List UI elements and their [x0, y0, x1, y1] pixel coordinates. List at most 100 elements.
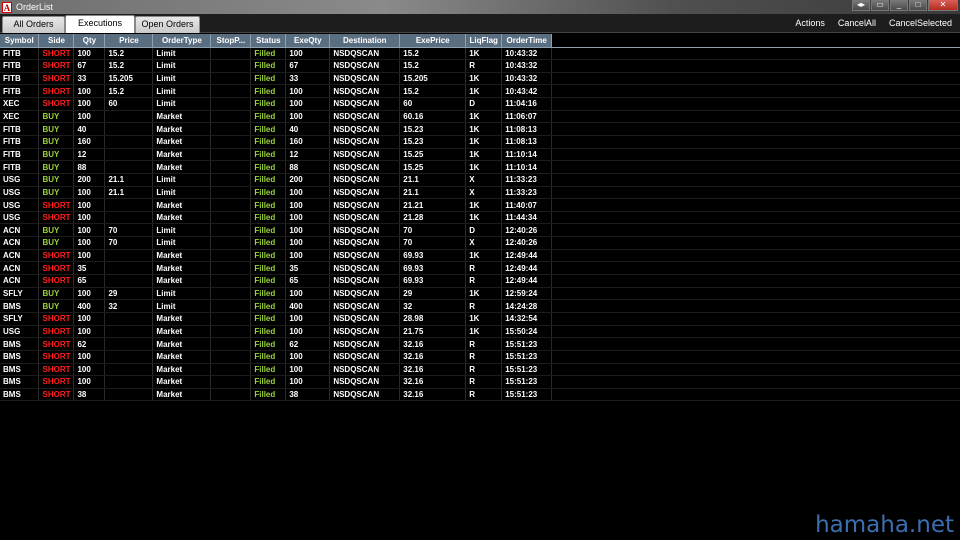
row-filler	[551, 186, 960, 200]
table-row[interactable]: ACN BUY 100 70 Limit Filled 100 NSDQSCAN 70 D 12:4…	[0, 223, 960, 238]
cell-destination: NSDQSCAN	[329, 110, 401, 124]
restore-small-icon[interactable]: ▭	[871, 0, 889, 11]
cell-qty: 100	[73, 47, 106, 61]
column-header-order-time[interactable]: OrderTime	[501, 34, 553, 48]
table-row[interactable]: XEC BUY 100 Market Filled 100 NSDQSCAN 60.16 1K 1…	[0, 110, 960, 124]
cell-stop-price	[210, 97, 252, 111]
cell-price	[104, 122, 154, 136]
snap-arrows-icon[interactable]: ◂▸	[852, 0, 870, 11]
table-row[interactable]: USG SHORT 100 Market Filled 100 NSDQSCAN 21.28 1…	[0, 211, 960, 225]
actions-menu-button[interactable]: Actions	[795, 18, 825, 28]
cell-stop-price	[210, 211, 252, 225]
column-header-stop-price[interactable]: StopP...	[210, 34, 252, 48]
cancel-selected-button[interactable]: CancelSelected	[889, 18, 952, 28]
cell-price: 60	[104, 97, 154, 111]
table-row[interactable]: FITB BUY 40 Market Filled 40 NSDQSCAN 15.23 1K 11…	[0, 122, 960, 136]
table-row[interactable]: USG BUY 200 21.1 Limit Filled 200 NSDQSCAN 21.1 X…	[0, 173, 960, 187]
cell-order-time: 10:43:32	[501, 59, 553, 73]
cell-stop-price	[210, 173, 252, 187]
cell-order-type: Market	[152, 198, 212, 212]
cell-exe-qty: 35	[285, 261, 331, 276]
cell-order-time: 11:40:07	[501, 198, 553, 212]
cell-side: SHORT	[38, 261, 75, 276]
column-header-price[interactable]: Price	[104, 34, 154, 48]
tab-open-orders[interactable]: Open Orders	[135, 16, 200, 33]
cell-exe-qty: 100	[285, 325, 331, 339]
cell-exe-price: 15.205	[399, 72, 467, 86]
table-row[interactable]: ACN BUY 100 70 Limit Filled 100 NSDQSCAN 70 X 12:4…	[0, 236, 960, 250]
cell-status: Filled	[250, 388, 287, 402]
table-row[interactable]: BMS BUY 400 32 Limit Filled 400 NSDQSCAN 32 R 14:2…	[0, 299, 960, 313]
table-row[interactable]: USG BUY 100 21.1 Limit Filled 100 NSDQSCAN 21.1 X…	[0, 186, 960, 200]
cell-exe-price: 15.23	[399, 122, 467, 136]
cell-status: Filled	[250, 110, 287, 124]
maximize-icon[interactable]: □	[909, 0, 927, 11]
cell-stop-price	[210, 287, 252, 301]
column-header-order-type[interactable]: OrderType	[152, 34, 212, 48]
tab-executions[interactable]: Executions	[65, 15, 135, 33]
cell-stop-price	[210, 325, 252, 339]
cell-exe-qty: 100	[285, 287, 331, 301]
table-row[interactable]: FITB SHORT 100 15.2 Limit Filled 100 NSDQSCAN 15…	[0, 84, 960, 99]
table-row[interactable]: ACN SHORT 65 Market Filled 65 NSDQSCAN 69.93 R 12…	[0, 274, 960, 288]
table-row[interactable]: ACN SHORT 35 Market Filled 35 NSDQSCAN 69.93 R 12…	[0, 261, 960, 276]
table-row[interactable]: SFLY SHORT 100 Market Filled 100 NSDQSCAN 28.98…	[0, 312, 960, 326]
column-header-symbol[interactable]: Symbol	[0, 34, 40, 48]
table-row[interactable]: ACN SHORT 100 Market Filled 100 NSDQSCAN 69.93 1…	[0, 249, 960, 263]
cell-price	[104, 274, 154, 288]
column-header-exe-price[interactable]: ExePrice	[399, 34, 467, 48]
column-header-qty[interactable]: Qty	[73, 34, 106, 48]
cell-qty: 35	[73, 261, 106, 276]
cell-qty: 200	[73, 173, 106, 187]
column-header-side[interactable]: Side	[38, 34, 75, 48]
cell-destination: NSDQSCAN	[329, 337, 401, 351]
cell-stop-price	[210, 84, 252, 99]
table-row[interactable]: SFLY BUY 100 29 Limit Filled 100 NSDQSCAN 29 1K 12…	[0, 287, 960, 301]
cell-liq-flag: 1K	[465, 47, 503, 61]
table-row[interactable]: BMS SHORT 62 Market Filled 62 NSDQSCAN 32.16 R 15…	[0, 337, 960, 351]
cell-exe-qty: 160	[285, 135, 331, 149]
cell-stop-price	[210, 223, 252, 238]
column-header-status[interactable]: Status	[250, 34, 287, 48]
table-row[interactable]: BMS SHORT 38 Market Filled 38 NSDQSCAN 32.16 R 15…	[0, 388, 960, 402]
cell-destination: NSDQSCAN	[329, 59, 401, 73]
table-row[interactable]: FITB SHORT 67 15.2 Limit Filled 67 NSDQSCAN 15.2…	[0, 59, 960, 73]
cell-exe-qty: 88	[285, 160, 331, 174]
column-header-liq-flag[interactable]: LiqFlag	[465, 34, 503, 48]
cell-exe-qty: 100	[285, 236, 331, 250]
cell-price: 21.1	[104, 186, 154, 200]
cell-price	[104, 198, 154, 212]
table-row[interactable]: USG SHORT 100 Market Filled 100 NSDQSCAN 21.21 1…	[0, 198, 960, 212]
cell-price	[104, 312, 154, 326]
cell-symbol: USG	[0, 325, 40, 339]
table-row[interactable]: FITB BUY 88 Market Filled 88 NSDQSCAN 15.25 1K 11…	[0, 160, 960, 174]
table-row[interactable]: USG SHORT 100 Market Filled 100 NSDQSCAN 21.75 1…	[0, 325, 960, 339]
column-header-exe-qty[interactable]: ExeQty	[285, 34, 331, 48]
cell-order-time: 11:06:07	[501, 110, 553, 124]
table-row[interactable]: FITB BUY 12 Market Filled 12 NSDQSCAN 15.25 1K 11…	[0, 148, 960, 162]
table-row[interactable]: FITB SHORT 33 15.205 Limit Filled 33 NSDQSCAN 15…	[0, 72, 960, 86]
cell-side: SHORT	[38, 375, 75, 389]
cell-exe-price: 69.93	[399, 261, 467, 276]
cell-side: SHORT	[38, 350, 75, 364]
tab-all-orders[interactable]: All Orders	[2, 16, 65, 33]
cell-side: SHORT	[38, 198, 75, 212]
table-row[interactable]: BMS SHORT 100 Market Filled 100 NSDQSCAN 32.16 R…	[0, 375, 960, 389]
cell-order-time: 12:40:26	[501, 236, 553, 250]
cell-side: SHORT	[38, 249, 75, 263]
table-row[interactable]: XEC SHORT 100 60 Limit Filled 100 NSDQSCAN 60 D 11…	[0, 97, 960, 111]
cancel-all-button[interactable]: CancelAll	[838, 18, 876, 28]
cell-destination: NSDQSCAN	[329, 135, 401, 149]
cell-side: BUY	[38, 236, 75, 250]
close-icon[interactable]: ✕	[928, 0, 958, 11]
cell-liq-flag: R	[465, 337, 503, 351]
table-row[interactable]: FITB BUY 160 Market Filled 160 NSDQSCAN 15.23 1K…	[0, 135, 960, 149]
table-row[interactable]: BMS SHORT 100 Market Filled 100 NSDQSCAN 32.16 R…	[0, 363, 960, 377]
cell-order-type: Market	[152, 148, 212, 162]
table-row[interactable]: FITB SHORT 100 15.2 Limit Filled 100 NSDQSCAN 15…	[0, 47, 960, 61]
cell-destination: NSDQSCAN	[329, 84, 401, 99]
cell-liq-flag: 1K	[465, 72, 503, 86]
column-header-destination[interactable]: Destination	[329, 34, 401, 48]
minimize-icon[interactable]: _	[890, 0, 908, 11]
table-row[interactable]: BMS SHORT 100 Market Filled 100 NSDQSCAN 32.16 R…	[0, 350, 960, 364]
